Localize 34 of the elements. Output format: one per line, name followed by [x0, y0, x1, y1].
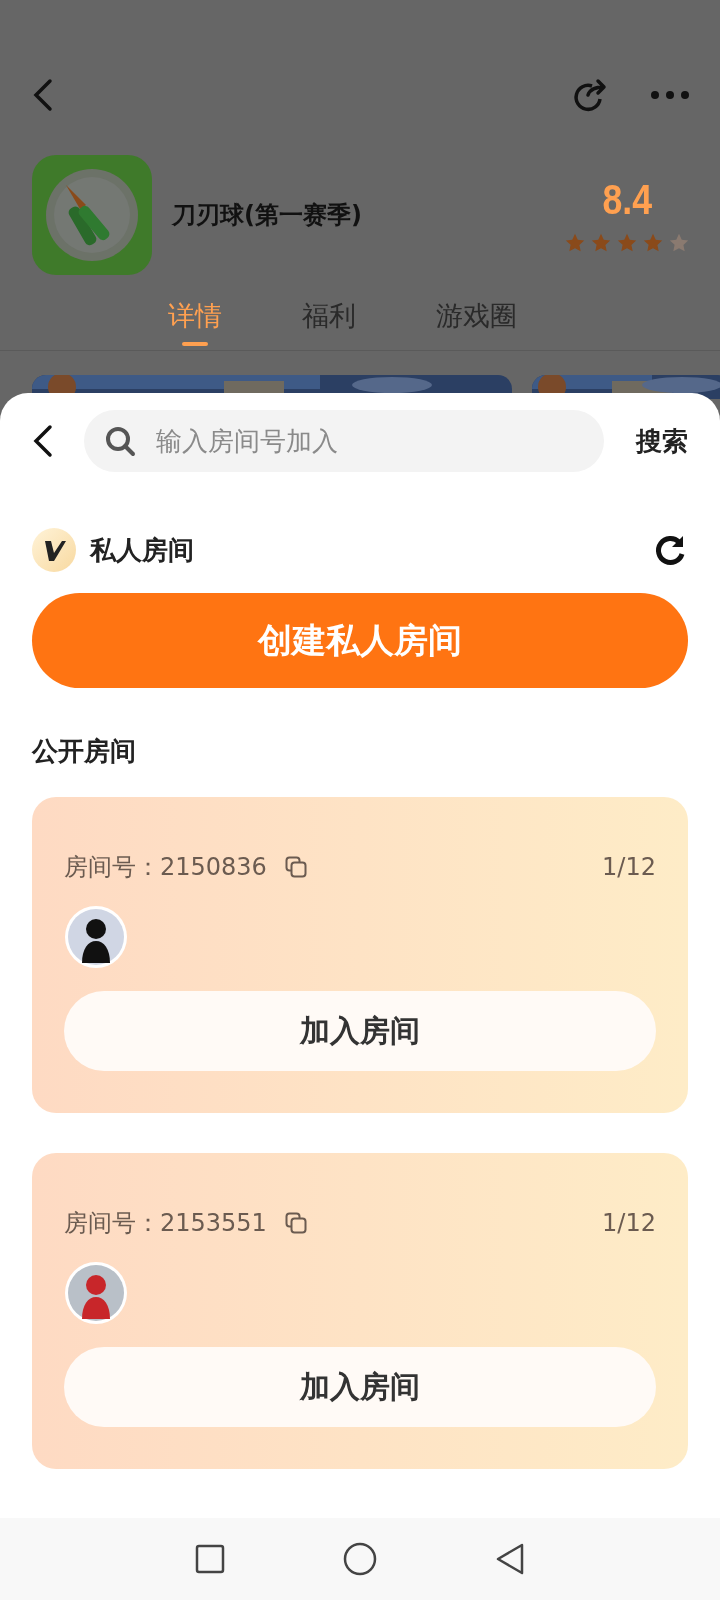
- tab[interactable]: 福利: [302, 298, 356, 334]
- star-icon: [590, 232, 612, 254]
- tab-indicator: [182, 342, 208, 346]
- rating-score: 8.4: [602, 176, 652, 224]
- star-icon: [564, 232, 586, 254]
- room-number: 房间号：2153551: [64, 1208, 267, 1239]
- star-icon: [668, 232, 690, 254]
- tab[interactable]: 游戏圈: [436, 298, 517, 334]
- player-count: 1/12: [602, 853, 656, 881]
- app-title: 刀刃球(第一赛季): [172, 200, 363, 231]
- join-room-button[interactable]: 加入房间: [64, 991, 656, 1071]
- search-field[interactable]: 输入房间号加入: [84, 410, 604, 472]
- avatar: [64, 905, 128, 969]
- recents-icon[interactable]: [195, 1544, 225, 1574]
- star-icon: [642, 232, 664, 254]
- search-icon: [104, 425, 136, 457]
- room-number: 房间号：2150836: [64, 852, 267, 883]
- player-count: 1/12: [602, 1209, 656, 1237]
- back-icon[interactable]: [32, 424, 54, 458]
- app-icon: [32, 155, 152, 275]
- more-icon[interactable]: [650, 90, 690, 100]
- home-icon[interactable]: [343, 1542, 377, 1576]
- v-badge-icon: [32, 528, 76, 572]
- back-icon[interactable]: [495, 1543, 525, 1575]
- avatar: [64, 1261, 128, 1325]
- search-button[interactable]: 搜索: [636, 423, 688, 459]
- tab[interactable]: 详情: [168, 298, 222, 334]
- join-room-button[interactable]: 加入房间: [64, 1347, 656, 1427]
- create-room-button[interactable]: 创建私人房间: [32, 593, 688, 688]
- copy-icon[interactable]: [284, 856, 307, 878]
- section-title: 公开房间: [32, 735, 137, 768]
- section-title: 私人房间: [90, 533, 194, 567]
- copy-icon[interactable]: [284, 1212, 307, 1234]
- star-icon: [616, 232, 638, 254]
